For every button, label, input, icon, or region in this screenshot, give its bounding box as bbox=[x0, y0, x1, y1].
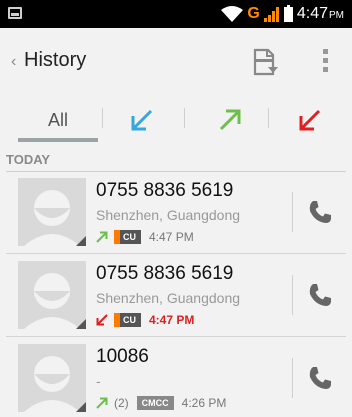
call-log-row[interactable]: 10086 - (2) CMCC 4:26 PM bbox=[0, 338, 352, 417]
missed-call-icon bbox=[299, 109, 321, 131]
selected-tab-indicator bbox=[18, 138, 98, 142]
call-time: 4:47 PM bbox=[149, 313, 195, 327]
incoming-call-icon bbox=[131, 109, 153, 131]
signal-strength-icon bbox=[263, 6, 279, 22]
tab-all[interactable]: All bbox=[18, 98, 98, 142]
back-chevron-icon[interactable]: ‹ bbox=[11, 53, 16, 71]
call-meta: CU 4:47 PM bbox=[96, 312, 194, 328]
call-button[interactable] bbox=[306, 281, 334, 309]
action-bar: ‹ History bbox=[0, 28, 352, 98]
tab-all-label: All bbox=[47, 109, 68, 130]
carrier-badge: CU bbox=[114, 313, 141, 327]
row-divider bbox=[6, 336, 346, 337]
call-number: 0755 8836 5619 bbox=[96, 263, 234, 284]
section-header-today: TODAY bbox=[0, 146, 352, 172]
row-divider bbox=[292, 275, 293, 315]
contact-avatar[interactable] bbox=[18, 344, 86, 412]
call-filter-tabs: All bbox=[0, 98, 352, 146]
tab-divider bbox=[184, 108, 185, 128]
call-time: 4:26 PM bbox=[181, 396, 227, 410]
tab-missed[interactable] bbox=[270, 98, 350, 142]
screenshot-notification-icon bbox=[8, 7, 22, 19]
page-title[interactable]: History bbox=[24, 49, 86, 72]
carrier-badge: CMCC bbox=[136, 396, 174, 410]
row-divider bbox=[6, 253, 346, 254]
call-time: 4:47 PM bbox=[149, 230, 194, 244]
call-count: (2) bbox=[114, 396, 129, 410]
call-log-row[interactable]: 0755 8836 5619 Shenzhen, Guangdong CU 4:… bbox=[0, 255, 352, 337]
status-bar: G 4:47PM bbox=[0, 0, 352, 28]
row-divider bbox=[292, 192, 293, 232]
call-button[interactable] bbox=[306, 364, 334, 392]
export-contacts-icon[interactable] bbox=[252, 48, 278, 76]
row-divider bbox=[292, 358, 293, 398]
call-meta: CU 4:47 PM bbox=[96, 229, 194, 245]
call-log-row[interactable]: 0755 8836 5619 Shenzhen, Guangdong CU 4:… bbox=[0, 172, 352, 254]
phone-icon bbox=[309, 201, 331, 223]
quick-contact-badge bbox=[76, 236, 86, 246]
phone-icon bbox=[309, 367, 331, 389]
tab-outgoing[interactable] bbox=[190, 98, 270, 142]
call-number: 10086 bbox=[96, 346, 149, 367]
wifi-icon bbox=[221, 6, 244, 22]
contact-avatar[interactable] bbox=[18, 261, 86, 329]
quick-contact-badge bbox=[76, 402, 86, 412]
status-time: 4:47PM bbox=[296, 5, 344, 22]
contact-avatar[interactable] bbox=[18, 178, 86, 246]
call-location: Shenzhen, Guangdong bbox=[96, 290, 241, 306]
network-type-label: G bbox=[247, 5, 260, 22]
call-location: Shenzhen, Guangdong bbox=[96, 207, 241, 223]
call-meta: (2) CMCC 4:26 PM bbox=[96, 395, 226, 411]
quick-contact-badge bbox=[76, 319, 86, 329]
outgoing-call-icon bbox=[96, 397, 108, 409]
phone-icon bbox=[309, 284, 331, 306]
carrier-badge: CU bbox=[114, 230, 141, 244]
call-location: - bbox=[96, 373, 101, 389]
section-label: TODAY bbox=[6, 152, 51, 167]
missed-call-icon bbox=[96, 314, 108, 326]
tab-divider bbox=[268, 108, 269, 128]
call-number: 0755 8836 5619 bbox=[96, 180, 234, 201]
overflow-menu-icon[interactable] bbox=[320, 49, 330, 77]
outgoing-call-icon bbox=[219, 109, 241, 131]
outgoing-call-icon bbox=[96, 231, 108, 243]
tab-incoming[interactable] bbox=[102, 98, 182, 142]
call-button[interactable] bbox=[306, 198, 334, 226]
battery-icon bbox=[283, 4, 293, 22]
